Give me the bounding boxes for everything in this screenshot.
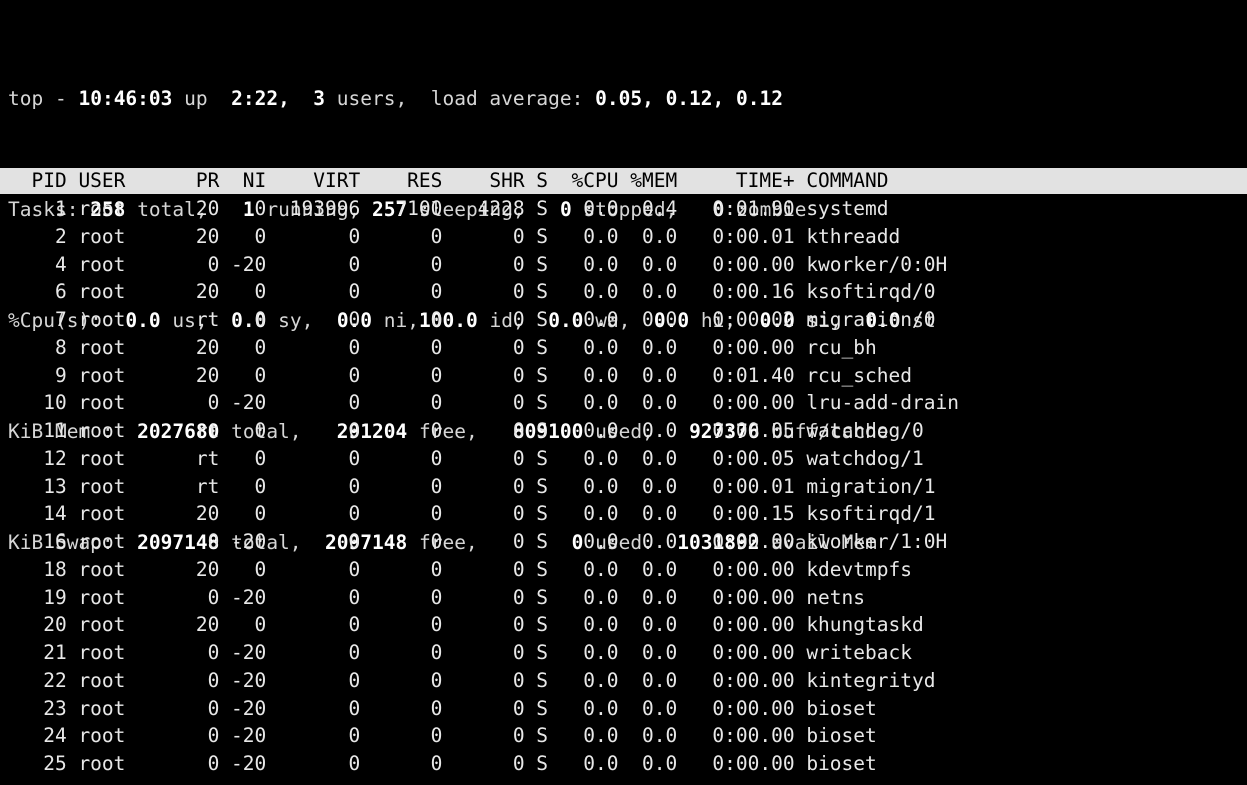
table-row[interactable]: 4 root 0 -20 0 0 0 S 0.0 0.0 0:00.00 kwo… [0,251,1247,279]
table-row[interactable]: 25 root 0 -20 0 0 0 S 0.0 0.0 0:00.00 bi… [0,750,1247,778]
table-row[interactable]: 21 root 0 -20 0 0 0 S 0.0 0.0 0:00.00 wr… [0,639,1247,667]
load-5min: 0.12, [665,87,725,111]
table-row[interactable]: 2 root 20 0 0 0 0 S 0.0 0.0 0:00.01 kthr… [0,223,1247,251]
table-row[interactable]: 19 root 0 -20 0 0 0 S 0.0 0.0 0:00.00 ne… [0,584,1247,612]
current-time: 10:46:03 [78,87,173,111]
users-count: 3 [313,87,326,111]
users-label: users, [336,87,408,111]
table-row[interactable]: 6 root 20 0 0 0 0 S 0.0 0.0 0:00.16 ksof… [0,278,1247,306]
table-row[interactable]: 23 root 0 -20 0 0 0 S 0.0 0.0 0:00.00 bi… [0,695,1247,723]
process-table-header[interactable]: PID USER PR NI VIRT RES SHR S %CPU %MEM … [0,168,1247,194]
table-row[interactable]: 20 root 20 0 0 0 0 S 0.0 0.0 0:00.00 khu… [0,611,1247,639]
table-row[interactable]: 1 root 20 0 193996 7100 4228 S 0.0 0.4 0… [0,195,1247,223]
table-row[interactable]: 7 root rt 0 0 0 0 S 0.0 0.0 0:00.02 migr… [0,306,1247,334]
table-row[interactable]: 18 root 20 0 0 0 0 S 0.0 0.0 0:00.00 kde… [0,556,1247,584]
uptime-line: top - 10:46:03 up 2:22, 3 users, load av… [8,87,783,111]
table-row[interactable]: 13 root rt 0 0 0 0 S 0.0 0.0 0:00.01 mig… [0,473,1247,501]
table-row[interactable]: 22 root 0 -20 0 0 0 S 0.0 0.0 0:00.00 ki… [0,667,1247,695]
table-row[interactable]: 12 root rt 0 0 0 0 S 0.0 0.0 0:00.05 wat… [0,445,1247,473]
terminal-window[interactable]: top - 10:46:03 up 2:22, 3 users, load av… [0,0,1247,785]
process-table-body: 1 root 20 0 193996 7100 4228 S 0.0 0.4 0… [0,195,1247,778]
table-row[interactable]: 9 root 20 0 0 0 0 S 0.0 0.0 0:01.40 rcu_… [0,362,1247,390]
load-1min: 0.05, [595,87,654,111]
load-15min: 0.12 [736,87,783,111]
table-row[interactable]: 24 root 0 -20 0 0 0 S 0.0 0.0 0:00.00 bi… [0,722,1247,750]
up-label: up [184,87,208,111]
table-row[interactable]: 11 root rt 0 0 0 0 S 0.0 0.0 0:00.05 wat… [0,417,1247,445]
program-name: top [8,87,44,111]
table-row[interactable]: 8 root 20 0 0 0 0 S 0.0 0.0 0:00.00 rcu_… [0,334,1247,362]
table-row[interactable]: 14 root 20 0 0 0 0 S 0.0 0.0 0:00.15 kso… [0,500,1247,528]
table-row[interactable]: 10 root 0 -20 0 0 0 S 0.0 0.0 0:00.00 lr… [0,389,1247,417]
load-average-label: load average: [430,87,584,111]
table-row[interactable]: 16 root 0 -20 0 0 0 S 0.0 0.0 0:00.00 kw… [0,528,1247,556]
uptime-value: 2:22, [231,87,290,111]
